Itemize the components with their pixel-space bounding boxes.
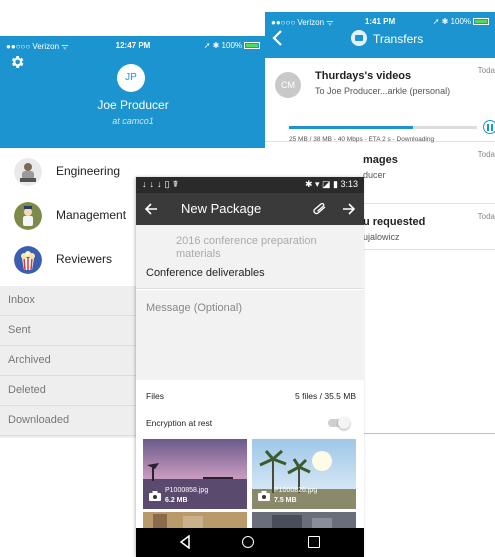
team-label: Management [56, 208, 127, 222]
user-name: Joe Producer [97, 98, 169, 112]
transfer-date: Toda [477, 150, 495, 159]
transfer-item[interactable]: CM Thurdays's videos To Joe Producer...a… [265, 58, 495, 143]
send-arrow-icon[interactable] [342, 202, 356, 216]
folder-label: Archived [8, 354, 51, 366]
transfer-date: Toda [477, 66, 495, 75]
progress-bar [289, 126, 477, 129]
subject-field[interactable]: Conference deliverables [136, 259, 364, 289]
transfer-title: mages [363, 154, 398, 166]
nav-back-icon[interactable] [178, 535, 192, 549]
android-nav-bar [136, 528, 364, 557]
team-label: Engineering [56, 164, 121, 178]
gear-icon[interactable] [9, 54, 25, 70]
files-count: 5 files / 35.5 MB [295, 391, 356, 401]
folder-label: Inbox [8, 294, 35, 306]
toolbar: New Package [136, 193, 364, 225]
attachment-thumbnail[interactable]: P1000858.jpg 6.2 MB [143, 439, 247, 509]
page-title: Transfers [373, 32, 424, 46]
attachment-size: 7.5 MB [274, 497, 297, 504]
transfer-subtitle: ducer [363, 170, 386, 180]
transfer-title: u requested [363, 216, 426, 228]
status-notifications: ↓↓↓▯☤ [142, 179, 182, 189]
paperclip-icon[interactable] [313, 203, 327, 215]
status-battery: ➚ ✱ 100% [204, 41, 260, 50]
attachment-thumbnail[interactable] [143, 512, 247, 528]
transfers-icon [351, 30, 367, 46]
message-placeholder: Message (Optional) [146, 302, 242, 314]
folder-label: Downloaded [8, 414, 70, 426]
subject-value: Conference deliverables [146, 267, 265, 279]
nav-recent-icon[interactable] [308, 536, 320, 548]
transfer-title: Thurdays's videos [315, 70, 412, 82]
status-battery: ➚ ✱ 100% [433, 17, 489, 26]
attachment-thumbnail[interactable]: P1000826.jpg 7.5 MB [252, 439, 356, 509]
folder-label: Sent [8, 324, 31, 336]
transfers-header: ●●○○○ Verizon ᯤ 1:41 PM ➚ ✱ 100% Transfe… [265, 12, 495, 58]
attachment-name: P1000826.jpg [274, 487, 318, 494]
encryption-row: Encryption at rest [136, 410, 364, 436]
progress-fill [289, 126, 414, 129]
transfer-subtitle: ujalowicz [363, 232, 400, 242]
to-value: 2016 conference preparation materials [176, 235, 317, 260]
engineer-avatar-icon [14, 158, 42, 186]
attachment-thumbnail[interactable] [252, 512, 356, 528]
attachment-size: 6.2 MB [165, 497, 188, 504]
back-arrow-icon[interactable] [144, 202, 158, 216]
status-right: ✱ ▾ ◪ ▮ 3:13 [304, 179, 358, 189]
avatar[interactable]: JP [117, 64, 145, 92]
status-bar: ●●○○○ Verizon ᯤ 12:47 PM ➚ ✱ 100% [0, 39, 266, 55]
user-subtitle: at camco1 [112, 116, 154, 126]
battery-icon [244, 42, 260, 50]
encryption-toggle[interactable] [328, 417, 350, 429]
manager-avatar-icon [14, 202, 42, 230]
avatar: CM [275, 72, 301, 98]
status-bar: ●●○○○ Verizon ᯤ 1:41 PM ➚ ✱ 100% [265, 15, 495, 31]
page-title: New Package [181, 201, 262, 216]
back-chevron-icon[interactable] [271, 30, 285, 46]
team-label: Reviewers [56, 252, 113, 266]
transfer-subtitle: To Joe Producer...arkle (personal) [315, 86, 451, 96]
popcorn-avatar-icon [14, 246, 42, 274]
message-field[interactable]: Message (Optional) [136, 290, 364, 380]
status-bar: ↓↓↓▯☤ ✱ ▾ ◪ ▮ 3:13 [136, 177, 364, 193]
folder-label: Deleted [8, 384, 46, 396]
building-photo [143, 512, 247, 528]
profile-header: ●●○○○ Verizon ᯤ 12:47 PM ➚ ✱ 100% JP Joe… [0, 36, 266, 148]
nav-home-icon[interactable] [242, 536, 254, 548]
files-label: Files [146, 391, 164, 401]
transfer-date: Toda [477, 212, 495, 221]
city-photo [252, 512, 356, 528]
battery-icon [473, 18, 489, 26]
pause-button[interactable] [483, 120, 495, 134]
attachment-name: P1000858.jpg [165, 487, 209, 494]
files-row: Files 5 files / 35.5 MB [136, 380, 364, 410]
new-package-screen: ↓↓↓▯☤ ✱ ▾ ◪ ▮ 3:13 New Package To 2016 c… [136, 177, 364, 557]
camera-icon [258, 491, 270, 501]
camera-icon [149, 491, 161, 501]
encryption-label: Encryption at rest [146, 418, 213, 428]
